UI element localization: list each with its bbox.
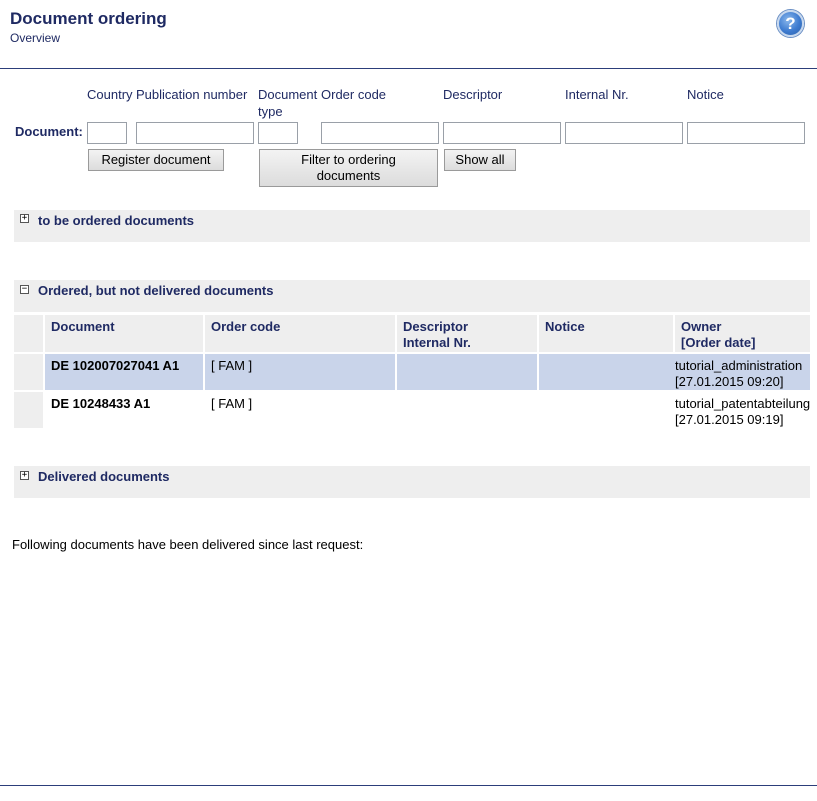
col-head-document-type: Document type: [258, 87, 318, 119]
expand-icon[interactable]: +: [20, 471, 29, 480]
table-row-descriptor: [397, 392, 537, 428]
document-label: Document:: [15, 124, 83, 139]
col-head-order-code: Order code: [321, 87, 387, 102]
table-row-notice: [539, 392, 673, 428]
collapse-icon[interactable]: −: [20, 285, 29, 294]
th-document: Document: [45, 315, 203, 352]
section-delivered: + Delivered documents: [14, 466, 810, 498]
col-head-notice: Notice: [687, 87, 724, 102]
page-header: Document ordering Overview ?: [0, 0, 817, 69]
page-title: Document ordering: [10, 9, 167, 28]
th-descriptor: Descriptor Internal Nr.: [397, 315, 537, 352]
col-head-country: Country: [87, 87, 133, 102]
section-ordered-not-delivered: − Ordered, but not delivered documents: [14, 280, 810, 312]
internal-nr-input[interactable]: [565, 122, 683, 144]
notice-input[interactable]: [687, 122, 805, 144]
table-row-document[interactable]: DE 102007027041 A1: [45, 354, 203, 390]
order-code-input[interactable]: [321, 122, 439, 144]
th-owner: Owner [Order date]: [675, 315, 810, 352]
register-document-button[interactable]: Register document: [88, 149, 224, 171]
col-head-descriptor: Descriptor: [443, 87, 503, 102]
th-notice: Notice: [539, 315, 673, 352]
table-row-order-code: [ FAM ]: [205, 354, 395, 390]
publication-number-input[interactable]: [136, 122, 254, 144]
document-type-input[interactable]: [258, 122, 298, 144]
row-selector[interactable]: [14, 392, 43, 428]
col-head-internal-nr: Internal Nr.: [565, 87, 629, 102]
section-title-ordered-not-delivered[interactable]: Ordered, but not delivered documents: [38, 283, 273, 298]
filter-ordering-button[interactable]: Filter to ordering documents: [259, 149, 438, 187]
help-icon[interactable]: ?: [777, 10, 804, 37]
delivered-message: Following documents have been delivered …: [12, 537, 364, 552]
table-row-notice: [539, 354, 673, 390]
table-row-descriptor: [397, 354, 537, 390]
th-order-code: Order code: [205, 315, 395, 352]
page-subtitle: Overview: [10, 31, 61, 45]
expand-icon[interactable]: +: [20, 214, 29, 223]
row-selector[interactable]: [14, 354, 43, 390]
section-to-be-ordered: + to be ordered documents: [14, 210, 810, 242]
table-header-spacer: [14, 315, 43, 352]
table-row-owner: tutorial_administration [27.01.2015 09:20…: [671, 354, 810, 390]
table-row-document[interactable]: DE 10248433 A1: [45, 392, 203, 428]
section-title-delivered[interactable]: Delivered documents: [38, 469, 170, 484]
table-row-order-code: [ FAM ]: [211, 396, 253, 411]
section-title-to-be-ordered[interactable]: to be ordered documents: [38, 213, 194, 228]
table-row-owner: tutorial_patentabteilung [27.01.2015 09:1…: [675, 396, 811, 427]
descriptor-input[interactable]: [443, 122, 561, 144]
show-all-button[interactable]: Show all: [444, 149, 516, 171]
col-head-publication-number: Publication number: [136, 87, 248, 102]
country-input[interactable]: [87, 122, 127, 144]
bottom-divider: [0, 785, 817, 786]
